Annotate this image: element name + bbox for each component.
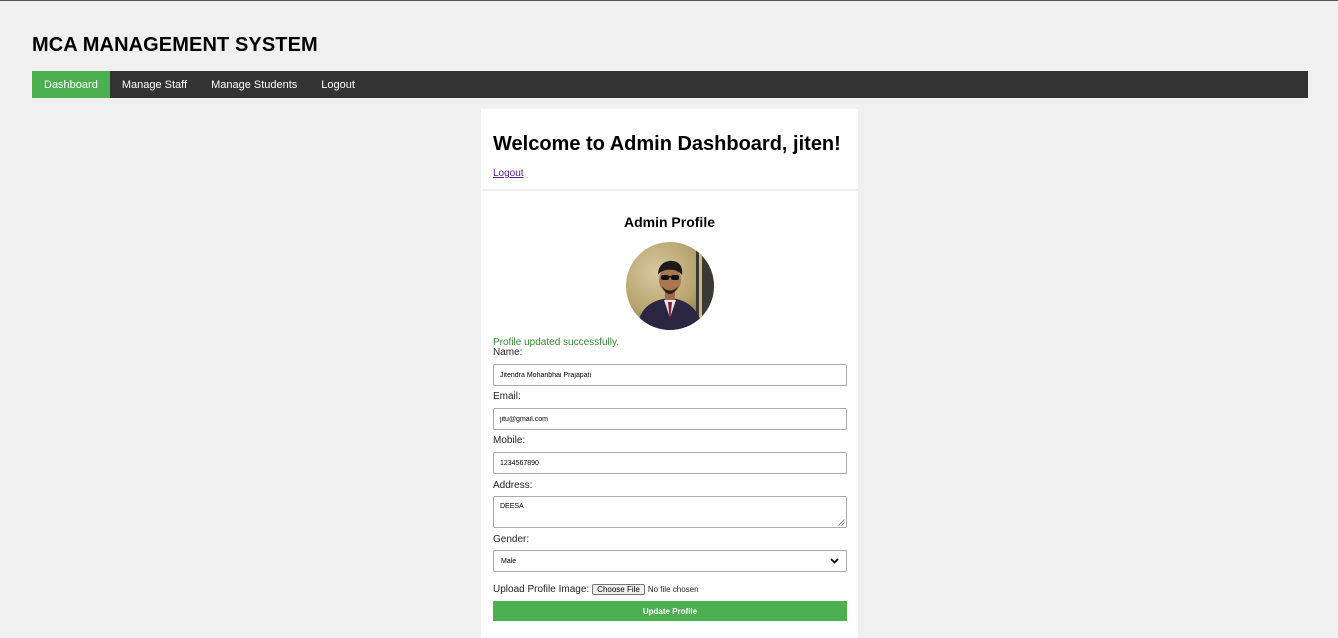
site-title: MCA MANAGEMENT SYSTEM	[32, 34, 318, 56]
address-textarea[interactable]: DEESA	[493, 496, 847, 528]
resize-handle-icon[interactable]	[838, 519, 845, 526]
choose-file-button[interactable]: Choose File	[592, 584, 645, 595]
nav-item-dashboard[interactable]: Dashboard	[32, 71, 110, 98]
nav-item-logout[interactable]: Logout	[309, 71, 367, 98]
no-file-text: No file chosen	[647, 585, 699, 594]
mobile-label: Mobile:	[493, 435, 526, 446]
gender-select[interactable]: Male	[493, 550, 847, 572]
gender-selected-value: Male	[501, 557, 517, 565]
name-label: Name:	[493, 347, 523, 358]
gender-label: Gender:	[493, 534, 530, 545]
nav-item-manage-students[interactable]: Manage Students	[199, 71, 309, 98]
chevron-down-icon	[830, 558, 839, 564]
avatar-image	[626, 242, 714, 330]
nav-item-manage-staff[interactable]: Manage Staff	[110, 71, 199, 98]
logout-link[interactable]: Logout	[493, 168, 524, 179]
mobile-input[interactable]	[493, 452, 847, 474]
email-label: Email:	[493, 391, 521, 402]
name-input[interactable]	[493, 364, 847, 386]
profile-title: Admin Profile	[623, 214, 715, 230]
profile-card: Admin Profile Profile updated successful…	[481, 191, 858, 638]
email-input[interactable]	[493, 408, 847, 430]
update-profile-button[interactable]: Update Profile	[493, 601, 847, 621]
address-label: Address:	[493, 480, 533, 491]
main-navbar: Dashboard Manage Staff Manage Students L…	[32, 71, 1308, 98]
upload-label: Upload Profile Image:	[493, 584, 590, 595]
welcome-card: Welcome to Admin Dashboard, jiten! Logou…	[481, 109, 858, 189]
address-wrapper: DEESA	[481, 496, 858, 528]
welcome-title: Welcome to Admin Dashboard, jiten!	[493, 133, 841, 155]
admin-avatar-photo	[626, 242, 714, 330]
upload-row: Upload Profile Image: Choose File No fil…	[493, 584, 699, 595]
